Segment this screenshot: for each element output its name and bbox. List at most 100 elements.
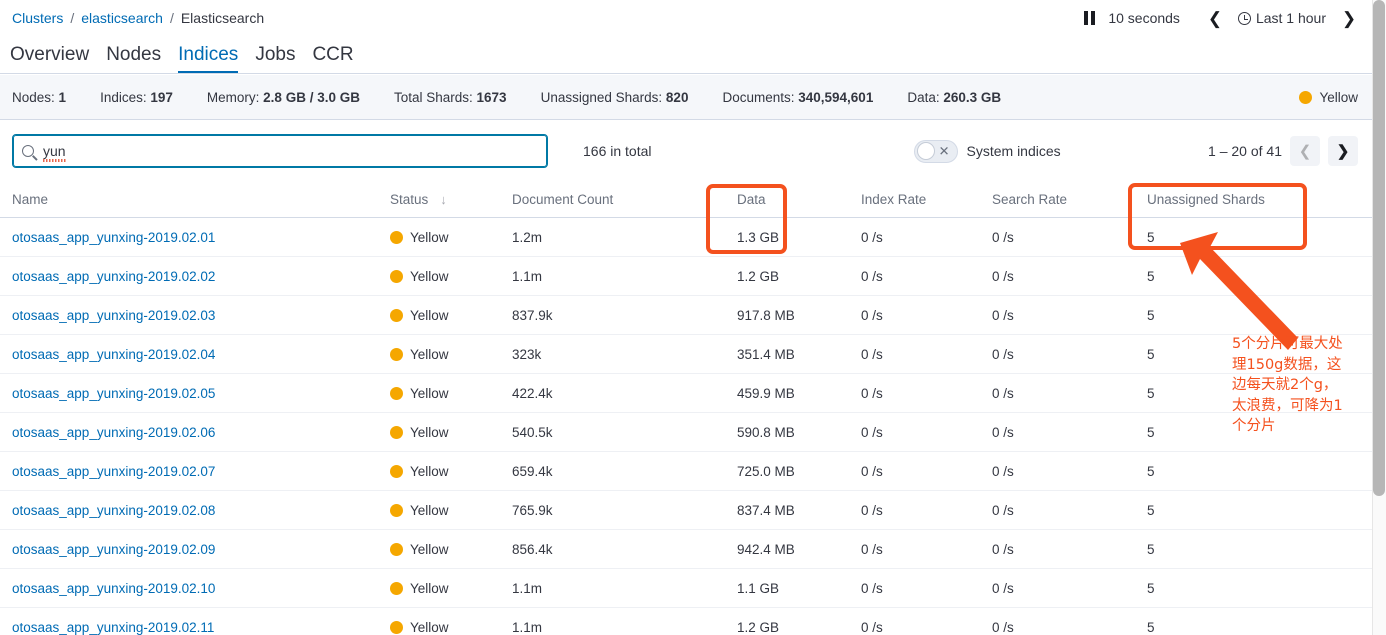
column-header-status[interactable]: Status ↓	[390, 192, 512, 207]
cell-index-rate-text: 0 /s	[861, 463, 883, 479]
status-label: Yellow	[410, 229, 449, 245]
status-label: Yellow	[410, 385, 449, 401]
cell-index-rate: 0 /s	[861, 542, 992, 557]
cell-index-name[interactable]: otosaas_app_yunxing-2019.02.02	[12, 269, 390, 284]
cell-index-rate-text: 0 /s	[861, 502, 883, 518]
breadcrumb-item-elasticsearch[interactable]: elasticsearch	[81, 10, 163, 26]
tab-indices[interactable]: Indices	[178, 45, 239, 73]
breadcrumb-item-clusters[interactable]: Clusters	[12, 10, 63, 26]
system-indices-toggle[interactable]: ✕	[913, 139, 958, 163]
search-input[interactable]: yun	[12, 134, 548, 168]
tab-nodes[interactable]: Nodes	[106, 45, 161, 73]
status-dot	[390, 269, 403, 283]
status-dot	[390, 425, 403, 439]
cell-data: 351.4 MB	[737, 347, 861, 362]
cell-index-name[interactable]: otosaas_app_yunxing-2019.02.05	[12, 386, 390, 401]
cell-data-text: 917.8 MB	[737, 307, 795, 323]
column-header-unassigned-shards[interactable]: Unassigned Shards	[1147, 192, 1327, 207]
cell-unassigned-shards: 5	[1147, 269, 1327, 284]
cell-index-name[interactable]: otosaas_app_yunxing-2019.02.09	[12, 542, 390, 557]
cell-index-rate-text: 0 /s	[861, 229, 883, 245]
tab-jobs[interactable]: Jobs	[255, 45, 295, 73]
table-row: otosaas_app_yunxing-2019.02.05 Yellow 422.…	[0, 374, 1372, 413]
cell-index-name-text[interactable]: otosaas_app_yunxing-2019.02.03	[12, 308, 215, 323]
status-dot	[390, 581, 403, 595]
cell-data: 725.0 MB	[737, 464, 861, 479]
cell-index-name-text[interactable]: otosaas_app_yunxing-2019.02.09	[12, 542, 215, 557]
cell-index-name[interactable]: otosaas_app_yunxing-2019.02.11	[12, 620, 390, 635]
cell-index-name[interactable]: otosaas_app_yunxing-2019.02.04	[12, 347, 390, 362]
cell-unassigned-shards: 5	[1147, 425, 1327, 440]
pagination-prev-button[interactable]: ❮	[1290, 136, 1320, 166]
health-status-dot	[1299, 90, 1313, 104]
stat-documents-value: 340,594,601	[798, 89, 874, 105]
cell-index-name[interactable]: otosaas_app_yunxing-2019.02.01	[12, 230, 390, 245]
cell-index-name[interactable]: otosaas_app_yunxing-2019.02.06	[12, 425, 390, 440]
cell-data: 1.1 GB	[737, 581, 861, 596]
page-scrollbar-thumb[interactable]	[1373, 0, 1385, 496]
status-label: Yellow	[410, 346, 449, 362]
stat-data-label: Data:	[907, 89, 940, 105]
pause-icon[interactable]	[1076, 7, 1102, 29]
cell-index-name-text[interactable]: otosaas_app_yunxing-2019.02.05	[12, 386, 215, 401]
cell-index-name[interactable]: otosaas_app_yunxing-2019.02.08	[12, 503, 390, 518]
cell-data-text: 725.0 MB	[737, 463, 795, 479]
cell-search-rate-text: 0 /s	[992, 307, 1014, 323]
cell-index-name-text[interactable]: otosaas_app_yunxing-2019.02.08	[12, 503, 215, 518]
cell-search-rate-text: 0 /s	[992, 424, 1014, 440]
cell-index-rate-text: 0 /s	[861, 580, 883, 596]
tab-overview[interactable]: Overview	[10, 45, 89, 73]
cell-data: 1.2 GB	[737, 620, 861, 635]
cell-document-count: 323k	[512, 347, 737, 362]
pagination-next-button[interactable]: ❯	[1328, 136, 1358, 166]
cell-document-count-text: 323k	[512, 346, 542, 362]
cell-search-rate-text: 0 /s	[992, 463, 1014, 479]
refresh-interval-label[interactable]: 10 seconds	[1108, 10, 1180, 26]
table-row: otosaas_app_yunxing-2019.02.09 Yellow 856.…	[0, 530, 1372, 569]
cell-document-count: 422.4k	[512, 386, 737, 401]
cell-index-name-text[interactable]: otosaas_app_yunxing-2019.02.10	[12, 581, 215, 596]
pagination: 1 – 20 of 41 ❮ ❯	[1208, 136, 1358, 166]
cell-index-name-text[interactable]: otosaas_app_yunxing-2019.02.06	[12, 425, 215, 440]
cell-index-name-text[interactable]: otosaas_app_yunxing-2019.02.11	[12, 620, 214, 635]
cell-search-rate-text: 0 /s	[992, 619, 1014, 635]
time-range-button[interactable]: Last 1 hour	[1237, 10, 1326, 26]
cell-index-name[interactable]: otosaas_app_yunxing-2019.02.07	[12, 464, 390, 479]
page-scrollbar-track[interactable]	[1372, 0, 1386, 635]
stat-total-shards-label: Total Shards:	[393, 89, 473, 105]
column-header-name[interactable]: Name	[12, 192, 390, 207]
cell-search-rate-text: 0 /s	[992, 385, 1014, 401]
column-header-document-count[interactable]: Document Count	[512, 192, 737, 207]
cell-index-rate-text: 0 /s	[861, 619, 883, 635]
cell-index-name-text[interactable]: otosaas_app_yunxing-2019.02.01	[12, 230, 215, 245]
cell-unassigned-shards-text: 5	[1147, 268, 1155, 284]
column-header-data[interactable]: Data	[737, 192, 861, 207]
cell-data-text: 459.9 MB	[737, 385, 795, 401]
cell-index-rate: 0 /s	[861, 269, 992, 284]
cell-unassigned-shards-text: 5	[1147, 619, 1155, 635]
time-prev-icon[interactable]: ❮	[1202, 5, 1228, 31]
stat-memory: Memory: 2.8 GB / 3.0 GB	[207, 90, 360, 105]
cell-data: 1.3 GB	[737, 230, 861, 245]
cell-index-name[interactable]: otosaas_app_yunxing-2019.02.03	[12, 308, 390, 323]
status-dot	[390, 347, 403, 361]
tab-ccr[interactable]: CCR	[312, 45, 353, 73]
total-count-label: 166 in total	[583, 143, 652, 159]
cell-unassigned-shards-text: 5	[1147, 385, 1155, 401]
column-header-search-rate[interactable]: Search Rate	[992, 192, 1147, 207]
cell-data: 1.2 GB	[737, 269, 861, 284]
cell-index-name-text[interactable]: otosaas_app_yunxing-2019.02.07	[12, 464, 215, 479]
cell-unassigned-shards-text: 5	[1147, 541, 1155, 557]
cell-index-name-text[interactable]: otosaas_app_yunxing-2019.02.04	[12, 347, 215, 362]
cell-unassigned-shards-text: 5	[1147, 502, 1155, 518]
cell-index-name-text[interactable]: otosaas_app_yunxing-2019.02.02	[12, 269, 215, 284]
time-next-icon[interactable]: ❯	[1336, 5, 1362, 31]
status-label: Yellow	[410, 619, 449, 635]
cell-index-name[interactable]: otosaas_app_yunxing-2019.02.10	[12, 581, 390, 596]
cell-document-count-text: 540.5k	[512, 424, 553, 440]
cell-data: 917.8 MB	[737, 308, 861, 323]
stat-nodes: Nodes: 1	[12, 90, 66, 105]
column-header-index-rate[interactable]: Index Rate	[861, 192, 992, 207]
search-icon	[22, 145, 34, 157]
cell-index-rate: 0 /s	[861, 230, 992, 245]
